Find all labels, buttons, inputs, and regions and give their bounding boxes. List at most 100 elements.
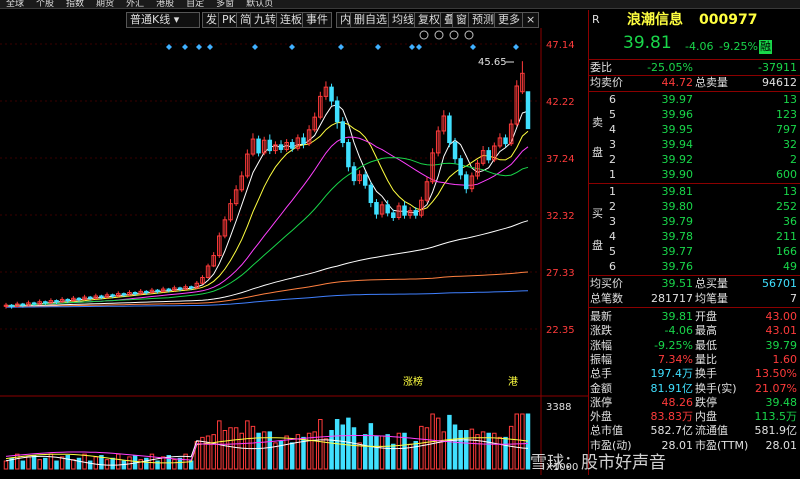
event-diamond-icon	[513, 44, 519, 50]
sell-price: 39.97	[661, 93, 694, 106]
top-menu-item[interactable]: 个股	[30, 0, 60, 8]
candle-body	[99, 295, 104, 298]
buy-level: 1	[609, 185, 616, 198]
buy-volume: 211	[776, 230, 797, 243]
volume-bar	[144, 457, 149, 470]
candle-body	[144, 290, 149, 294]
stat-value-2: 28.01	[765, 438, 798, 452]
candle-body	[76, 297, 82, 300]
stat-label-2: 量比	[695, 352, 717, 366]
volume-bar	[357, 442, 362, 470]
volume-bar	[464, 430, 469, 470]
top-menu-item[interactable]: 指数	[60, 0, 90, 8]
buy-price: 39.81	[661, 185, 694, 198]
candle-body	[351, 166, 357, 182]
sell-level-row: 1 39.90 600	[589, 168, 800, 182]
weibi-value: -37911	[758, 61, 797, 74]
top-menu-bar: 全球 个股 指数 期货 外汇 港股 自定 多窗 默认页	[0, 0, 800, 9]
stats-row: 涨跌 -4.06 最高 43.01	[589, 324, 800, 338]
candle-body	[452, 142, 458, 160]
candle-body	[362, 174, 368, 186]
kline-chart-area[interactable]: 47.14 42.22 37.24 32.32 27.33 22.35 3388 X1000 4…	[0, 28, 588, 475]
zoom-in-icon[interactable]	[434, 30, 444, 40]
buy-volume: 49	[783, 260, 797, 273]
close-icon[interactable]: ×	[522, 12, 540, 28]
candle-body	[464, 174, 469, 190]
avg-buy-row: 均买价 39.51 总买量 56701	[589, 277, 800, 291]
volume-bar	[323, 438, 329, 470]
volume-bar	[54, 460, 59, 470]
top-menu-item[interactable]: 默认页	[240, 0, 279, 8]
volume-bar	[351, 427, 357, 470]
eye-icon[interactable]	[419, 30, 429, 40]
volume-bar	[104, 459, 110, 470]
candle-body	[374, 202, 379, 215]
buy-price: 39.79	[661, 215, 694, 228]
stock-title: R 浪潮信息 000977	[589, 13, 800, 27]
divider	[589, 275, 800, 276]
sell-volume: 797	[776, 123, 797, 136]
zoom-out-icon[interactable]	[449, 30, 459, 40]
sell-price: 39.94	[661, 138, 694, 151]
volume-bar	[458, 430, 463, 470]
buy-level: 2	[609, 200, 616, 213]
top-menu-item[interactable]: 港股	[150, 0, 180, 8]
sell-level: 6	[609, 93, 616, 106]
top-menu-item[interactable]: 多窗	[210, 0, 240, 8]
volume-bar	[87, 460, 93, 470]
stat-label: 总市值	[590, 424, 623, 438]
event-diamond-icon	[338, 44, 344, 50]
candle-body	[525, 91, 531, 130]
volume-bar	[318, 419, 323, 470]
avg-per-order-label: 均笔量	[695, 292, 728, 305]
volume-bar	[222, 430, 228, 470]
volume-bar	[290, 442, 295, 470]
candle-body	[340, 121, 346, 144]
top-menu-item[interactable]: 自定	[180, 0, 210, 8]
buy-volume: 252	[776, 200, 797, 213]
market-badge: R	[592, 13, 600, 26]
price-axis-label: 47.14	[546, 40, 575, 51]
volume-bar	[346, 417, 351, 470]
stat-label-2: 开盘	[695, 310, 717, 323]
volume-bar	[71, 459, 76, 470]
top-menu-item[interactable]: 外汇	[120, 0, 150, 8]
kline-chart-svg[interactable]: 47.1442.2237.2432.3227.3322.353388X10004…	[0, 28, 588, 475]
volume-bar	[402, 432, 407, 470]
stat-value-2: 113.5万	[754, 410, 798, 424]
gear-icon[interactable]	[464, 30, 474, 40]
price-axis-label: 42.22	[546, 97, 575, 108]
candle-body	[65, 298, 70, 302]
volume-bar	[475, 434, 480, 470]
price-change: -4.06	[685, 40, 714, 53]
toolbar-button[interactable]: 更多	[494, 12, 524, 28]
period-select[interactable]: 普通K线 ▾	[126, 12, 200, 28]
toolbar-button[interactable]: 事件	[302, 12, 332, 28]
volume-bar	[419, 425, 424, 470]
sell-price: 39.92	[661, 153, 694, 166]
volume-bar	[391, 443, 396, 470]
volume-bar	[435, 417, 441, 470]
stat-value-2: 13.50%	[755, 367, 797, 381]
volume-bar	[211, 434, 216, 470]
sell-level: 3	[609, 138, 616, 151]
total-orders-value: 281717	[651, 292, 693, 305]
watermark-text: 雪球：股市好声音	[530, 453, 666, 473]
sell-level-row: 5 39.96 123	[589, 108, 800, 122]
candle-body	[334, 100, 340, 123]
sell-level-row: 2 39.92 2	[589, 153, 800, 167]
volume-bar	[492, 432, 497, 470]
stat-value: 7.34%	[658, 352, 693, 366]
stat-label: 涨幅	[590, 338, 612, 352]
candle-body	[132, 292, 138, 295]
volume-bar	[228, 427, 233, 470]
top-menu-item[interactable]: 全球	[0, 0, 30, 8]
volume-bar	[138, 459, 143, 470]
event-tag-right: 港	[508, 376, 518, 388]
sell-level: 1	[609, 168, 616, 181]
top-menu-item[interactable]: 期货	[90, 0, 120, 8]
sell-volume: 600	[776, 168, 797, 181]
stat-value-2: 39.48	[765, 395, 798, 409]
candle-body	[329, 86, 334, 102]
toolbar-button[interactable]: 删自选	[350, 12, 391, 28]
